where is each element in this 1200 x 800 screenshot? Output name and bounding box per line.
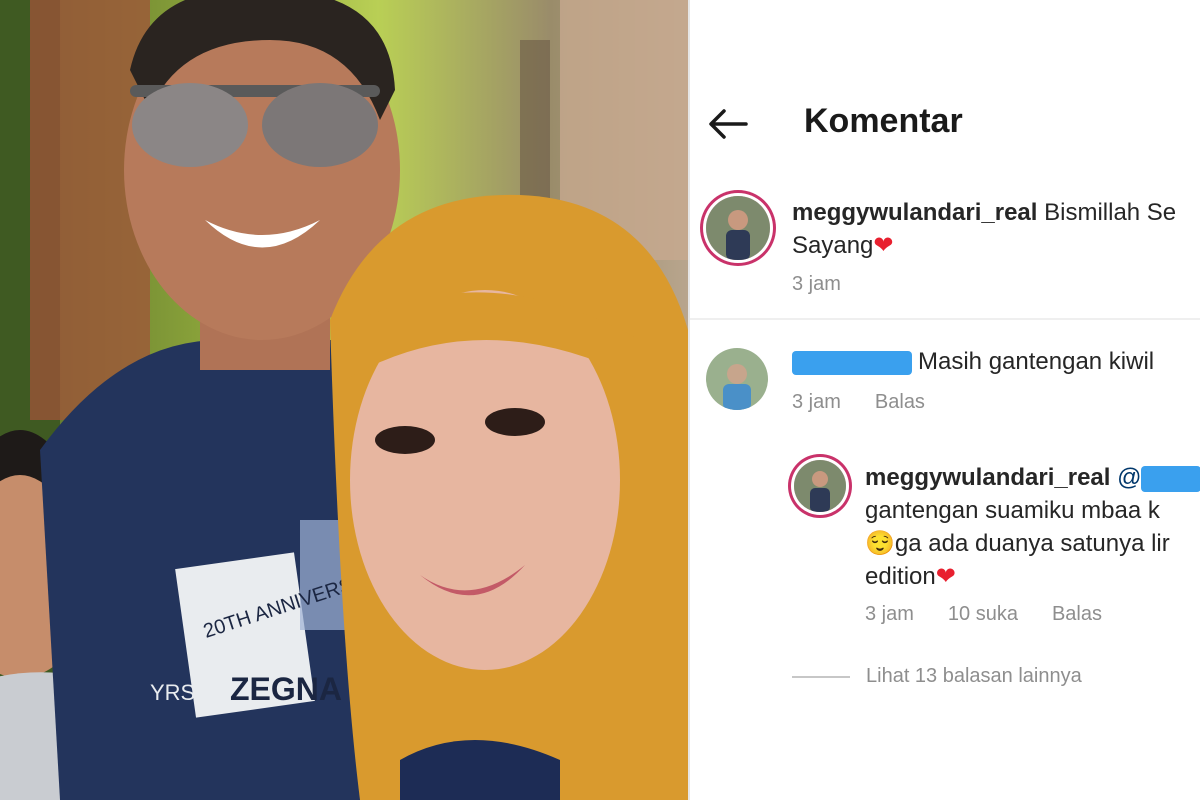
reply-time: 3 jam [865, 603, 914, 625]
avatar[interactable] [794, 460, 846, 512]
shirt-text-yrs: YRS [150, 680, 195, 705]
redacted-username[interactable] [792, 350, 912, 375]
comment-body-line2: Sayang [792, 232, 874, 259]
comment-time: 3 jam [792, 273, 841, 295]
back-button[interactable] [706, 104, 750, 144]
reply-meta: 3 jam 10 suka Balas [865, 603, 1136, 626]
photo-illustration: ZEGNA 20TH ANNIVERSARY YRS [0, 0, 688, 800]
selfie-photo: ZEGNA 20TH ANNIVERSARY YRS [0, 0, 688, 800]
comment-username[interactable]: meggywulandari_real [792, 199, 1037, 226]
reply-body-line4: edition [865, 563, 936, 590]
reply-body-line2: gantengan suamiku mbaa k [865, 497, 1160, 524]
smile-emoji-icon: 😌 [865, 530, 895, 557]
woman-right-eye [485, 408, 545, 436]
avatar[interactable] [706, 348, 768, 410]
comment-text: Masih gantengan kiwil [792, 345, 1154, 378]
arrow-left-icon [709, 109, 748, 139]
woman-left-eye [375, 426, 435, 454]
likes-count[interactable]: 10 suka [948, 603, 1018, 625]
avatar-image [706, 348, 768, 410]
comment-meta: 3 jam Balas [792, 391, 959, 414]
page-title: Komentar [804, 102, 963, 140]
reply-username[interactable]: meggywulandari_real [865, 464, 1110, 491]
comment-body: Bismillah Se [1044, 199, 1177, 226]
view-more-replies[interactable]: Lihat 13 balasan lainnya [866, 665, 1082, 688]
glasses-left-lens [132, 83, 248, 167]
reply-body-line3: ga ada duanya satunya lir [894, 530, 1170, 557]
shirt-text-brand: ZEGNA [230, 671, 342, 707]
reply-button[interactable]: Balas [1052, 603, 1102, 625]
reply-text: meggywulandari_real @ gantengan suamiku … [865, 461, 1200, 593]
view-replies-line [792, 676, 850, 678]
reply-button[interactable]: Balas [875, 391, 925, 413]
comment-meta: 3 jam [792, 273, 875, 296]
glasses-right-lens [262, 83, 378, 167]
heart-icon: ❤ [935, 563, 956, 590]
avatar-image [706, 196, 770, 260]
heart-icon: ❤ [873, 232, 894, 259]
redacted-mention [1141, 465, 1200, 492]
caption-separator [690, 318, 1200, 320]
avatar-image [794, 460, 846, 512]
comments-panel: Komentar meggywulandari_real Bismillah S… [690, 0, 1200, 800]
mention-link[interactable]: @ [1117, 464, 1200, 492]
comment-time: 3 jam [792, 391, 841, 413]
comment-body: Masih gantengan kiwil [918, 348, 1155, 375]
avatar[interactable] [706, 196, 770, 260]
comment-text: meggywulandari_real Bismillah Se Sayang❤ [792, 196, 1176, 262]
